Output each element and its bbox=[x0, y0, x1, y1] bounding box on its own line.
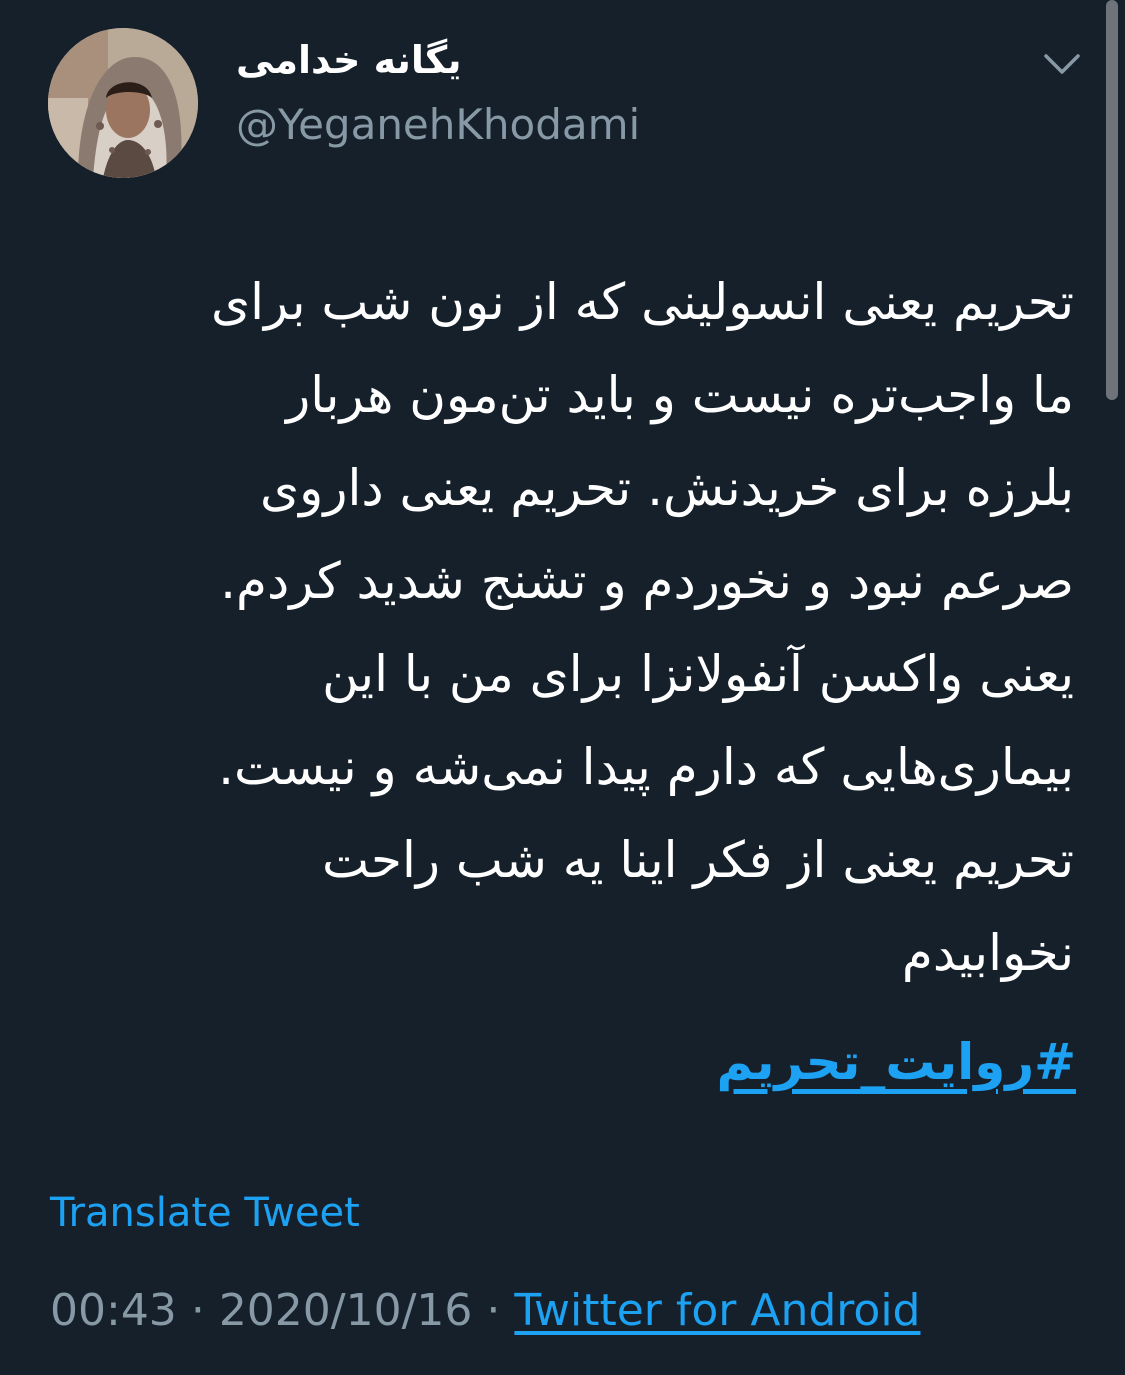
profile-photo-icon bbox=[48, 28, 198, 178]
user-handle[interactable]: @YeganehKhodami bbox=[236, 100, 640, 149]
scrollbar[interactable] bbox=[1106, 0, 1118, 400]
meta-separator: · bbox=[190, 1285, 205, 1336]
tweet-text-line: ما واجب‌تره نیست و باید تن‌مون هربار bbox=[286, 366, 1074, 424]
tweet-text-line: یعنی واکسن آنفولانزا برای من با این bbox=[322, 645, 1074, 703]
chevron-down-icon[interactable] bbox=[1040, 44, 1084, 84]
avatar[interactable] bbox=[48, 28, 198, 178]
meta-separator: · bbox=[486, 1285, 501, 1336]
tweet-detail: یگانه خدامی @YeganehKhodami تحریم یعنی ا… bbox=[0, 0, 1125, 1375]
tweet-meta: 00:43 · 2020/10/16 · Twitter for Android bbox=[50, 1285, 920, 1336]
translate-tweet-link[interactable]: Translate Tweet bbox=[50, 1190, 360, 1236]
display-name[interactable]: یگانه خدامی bbox=[236, 38, 462, 82]
tweet-text-line: صرعم نبود و نخوردم و تشنج شدید کردم. bbox=[220, 552, 1074, 610]
tweet-date: 2020/10/16 bbox=[218, 1285, 473, 1336]
tweet-text-line: تحریم یعنی انسولینی که از نون شب برای bbox=[211, 273, 1074, 331]
tweet-text: تحریم یعنی انسولینی که از نون شب برای ما… bbox=[40, 256, 1074, 1000]
tweet-text-line: نخوابیدم bbox=[901, 924, 1074, 982]
tweet-source-link[interactable]: Twitter for Android bbox=[514, 1285, 920, 1336]
hashtag-link[interactable]: #روایت_تحریم bbox=[40, 1033, 1077, 1091]
tweet-text-line: بلرزه برای خریدنش. تحریم یعنی داروی bbox=[260, 459, 1074, 517]
tweet-time: 00:43 bbox=[50, 1285, 177, 1336]
tweet-text-line: بیماری‌هایی که دارم پیدا نمی‌شه و نیست. bbox=[218, 738, 1074, 796]
tweet-text-line: تحریم یعنی از فکر اینا یه شب راحت bbox=[321, 831, 1074, 889]
